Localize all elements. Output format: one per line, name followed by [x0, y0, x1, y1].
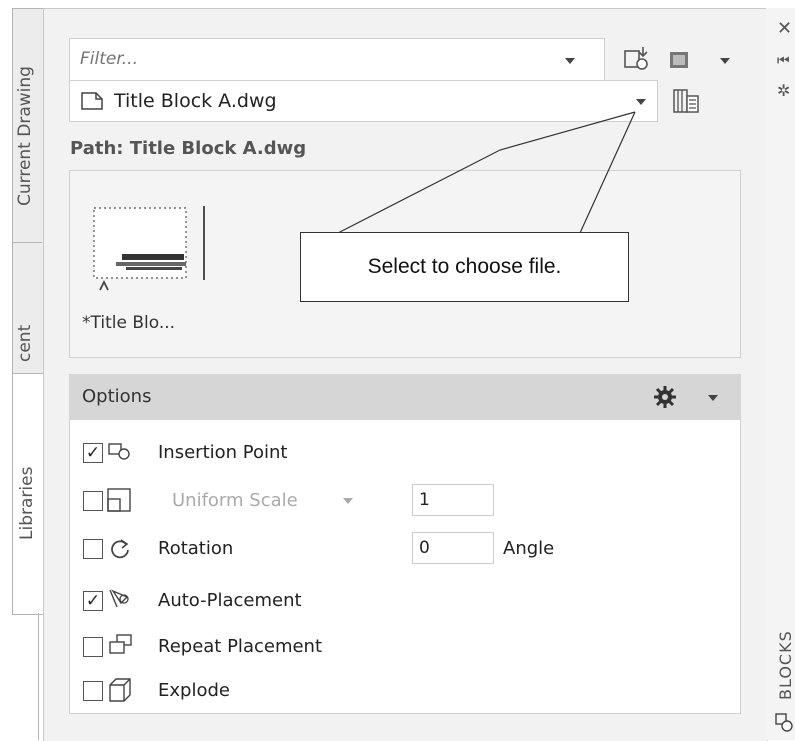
explode-checkbox[interactable] — [83, 681, 103, 701]
tab-separator — [12, 242, 42, 243]
options-dropdown-icon[interactable] — [708, 395, 718, 401]
options-title: Options — [82, 386, 152, 407]
library-file-name: Title Block A.dwg — [114, 90, 277, 112]
palette-title: BLOCKS — [776, 630, 795, 700]
repeat-placement-checkbox[interactable] — [83, 637, 103, 657]
repeat-placement-label: Repeat Placement — [158, 636, 323, 657]
view-options-dropdown-icon[interactable] — [720, 58, 730, 64]
rotation-value-input[interactable] — [412, 532, 494, 564]
thumbnail-label: *Title Blo... — [82, 313, 176, 333]
file-dropdown-arrow-icon[interactable] — [636, 99, 646, 105]
auto-placement-icon — [109, 589, 129, 608]
rotation-checkbox[interactable] — [83, 539, 103, 559]
rotation-label: Rotation — [158, 538, 234, 559]
browse-library-icon[interactable] — [671, 87, 701, 115]
filter-dropdown-arrow-icon[interactable] — [565, 58, 575, 64]
gear-icon[interactable] — [654, 386, 676, 408]
insertion-point-label: Insertion Point — [158, 442, 288, 463]
tab-libraries[interactable]: Libraries — [17, 467, 37, 540]
blocks-palette-icon — [775, 713, 793, 732]
tab-recent[interactable]: cent — [15, 325, 35, 362]
uniform-scale-select[interactable]: Uniform Scale — [172, 490, 298, 511]
repeat-placement-icon — [109, 634, 132, 654]
properties-icon[interactable]: ✲ — [777, 82, 790, 100]
explode-label: Explode — [158, 680, 230, 701]
callout-box: Select to choose file. — [300, 232, 629, 302]
uniform-scale-icon — [107, 488, 131, 512]
close-icon[interactable]: ✕ — [777, 20, 792, 38]
tab-current-drawing[interactable]: Current Drawing — [15, 66, 35, 206]
scale-value-input[interactable] — [412, 484, 494, 516]
options-header[interactable] — [69, 374, 741, 420]
path-label: Path: Title Block A.dwg — [70, 138, 307, 159]
insertion-point-icon — [108, 443, 130, 460]
title-block-thumbnail[interactable] — [86, 204, 210, 300]
auto-placement-label: Auto-Placement — [158, 590, 302, 611]
filter-input[interactable] — [78, 39, 552, 79]
callout-pointer — [337, 111, 636, 234]
insertion-point-checkbox[interactable]: ✓ — [83, 443, 103, 463]
filter-combo[interactable] — [69, 38, 605, 81]
load-blocks-icon[interactable] — [623, 45, 653, 73]
auto-placement-checkbox[interactable]: ✓ — [83, 591, 103, 611]
explode-icon — [109, 678, 131, 702]
rotation-icon — [111, 539, 129, 559]
file-icon — [81, 92, 103, 110]
autohide-icon[interactable]: ⏮ — [777, 52, 790, 70]
uniform-scale-checkbox[interactable] — [83, 491, 103, 511]
thumbnail-view-icon[interactable] — [669, 51, 691, 71]
tab-border — [38, 613, 39, 740]
angle-label: Angle — [503, 538, 555, 559]
uniform-scale-dropdown-icon[interactable] — [343, 498, 353, 504]
